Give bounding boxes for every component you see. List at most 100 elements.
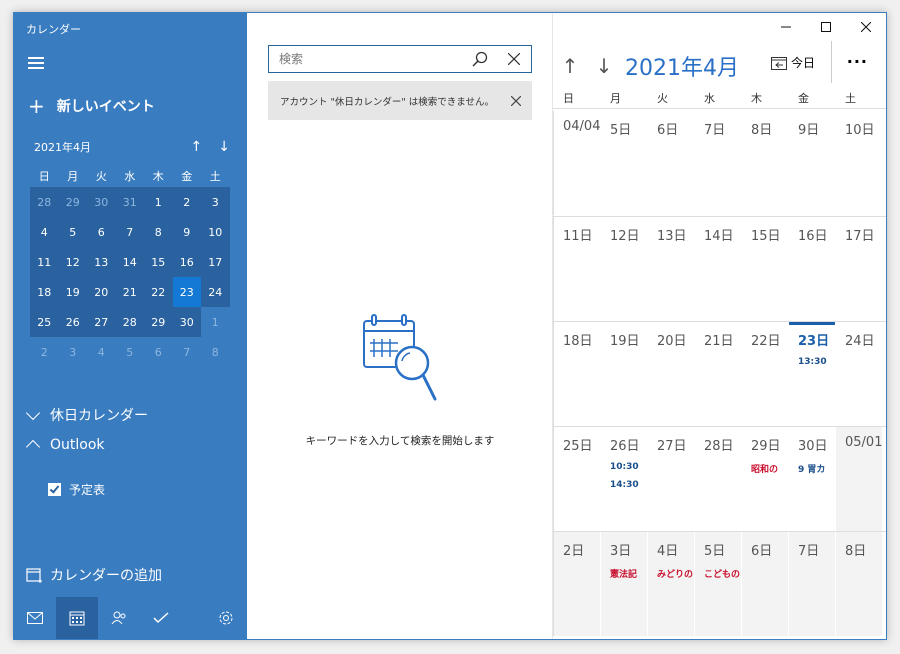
day-cell[interactable]: 10日 — [835, 111, 882, 215]
mini-day-cell[interactable]: 4 — [87, 337, 116, 367]
search-icon[interactable] — [463, 46, 497, 72]
mini-prev-arrow-icon[interactable]: ↑ — [191, 139, 203, 155]
mini-day-cell[interactable]: 30 — [172, 307, 201, 337]
mini-day-cell[interactable]: 25 — [30, 307, 59, 337]
day-cell[interactable]: 19日 — [600, 322, 647, 426]
day-cell[interactable]: 9日 — [788, 111, 835, 215]
day-cell[interactable]: 8日 — [835, 532, 882, 636]
mini-day-cell[interactable]: 7 — [115, 217, 144, 247]
mini-day-cell[interactable]: 23 — [172, 277, 201, 307]
day-cell[interactable]: 13日 — [647, 217, 694, 321]
new-event-button[interactable]: + 新しいイベント — [28, 95, 155, 117]
day-cell[interactable]: 12日 — [600, 217, 647, 321]
day-cell[interactable]: 4日 みどりの — [647, 532, 694, 636]
mini-day-cell[interactable]: 29 — [58, 187, 87, 217]
mini-day-cell[interactable]: 10 — [201, 217, 230, 247]
mini-day-cell[interactable]: 7 — [173, 337, 202, 367]
dismiss-notice-icon[interactable] — [500, 95, 532, 106]
event-item[interactable]: 9 胃カ — [798, 462, 835, 475]
mini-day-cell[interactable]: 20 — [87, 277, 116, 307]
day-cell[interactable]: 18日 — [553, 322, 600, 426]
day-cell[interactable]: 5日 こどもの — [694, 532, 741, 636]
mini-day-cell[interactable]: 22 — [144, 277, 173, 307]
close-icon[interactable] — [497, 46, 531, 72]
day-cell[interactable]: 29日 昭和の — [741, 427, 788, 531]
day-cell[interactable]: 28日 — [694, 427, 741, 531]
day-cell[interactable]: 23日 13:30 — [788, 322, 835, 426]
mini-day-cell[interactable]: 15 — [144, 247, 173, 277]
mini-day-cell[interactable]: 31 — [115, 187, 144, 217]
people-icon[interactable] — [98, 597, 140, 639]
mini-day-cell[interactable]: 2 — [30, 337, 59, 367]
next-month-arrow-icon[interactable]: ↓ — [587, 49, 621, 83]
mini-next-arrow-icon[interactable]: ↓ — [218, 139, 230, 155]
todo-icon[interactable] — [140, 597, 182, 639]
event-item[interactable]: 10:30 — [610, 462, 647, 472]
mini-day-cell[interactable]: 21 — [115, 277, 144, 307]
mini-day-cell[interactable]: 3 — [201, 187, 230, 217]
day-cell[interactable]: 14日 — [694, 217, 741, 321]
day-cell[interactable]: 8日 — [741, 111, 788, 215]
day-cell[interactable]: 11日 — [553, 217, 600, 321]
day-cell[interactable]: 7日 — [694, 111, 741, 215]
day-cell[interactable]: 20日 — [647, 322, 694, 426]
mini-day-cell[interactable]: 17 — [201, 247, 230, 277]
mini-day-cell[interactable]: 28 — [115, 307, 144, 337]
prev-month-arrow-icon[interactable]: ↑ — [553, 49, 587, 83]
more-options-button[interactable]: ··· — [847, 52, 868, 71]
mini-day-cell[interactable]: 29 — [144, 307, 173, 337]
day-cell[interactable]: 04/04 — [553, 111, 600, 215]
mini-day-cell[interactable]: 11 — [30, 247, 59, 277]
day-cell[interactable]: 05/01 — [835, 427, 882, 531]
event-item[interactable]: 13:30 — [798, 357, 835, 367]
mini-day-cell[interactable]: 9 — [172, 217, 201, 247]
settings-gear-icon[interactable] — [205, 597, 247, 639]
day-cell[interactable]: 21日 — [694, 322, 741, 426]
mini-day-cell[interactable]: 19 — [58, 277, 87, 307]
mini-day-cell[interactable]: 30 — [87, 187, 116, 217]
mini-day-cell[interactable]: 8 — [201, 337, 230, 367]
mini-day-cell[interactable]: 13 — [87, 247, 116, 277]
mini-day-cell[interactable]: 8 — [144, 217, 173, 247]
mini-day-cell[interactable]: 1 — [201, 307, 230, 337]
today-button[interactable]: 今日 — [771, 54, 815, 71]
event-item[interactable]: 昭和の — [751, 462, 788, 475]
day-cell[interactable]: 15日 — [741, 217, 788, 321]
day-cell[interactable]: 5日 — [600, 111, 647, 215]
close-window-button[interactable] — [846, 13, 886, 41]
event-item[interactable]: こどもの — [704, 567, 741, 580]
event-item[interactable]: 14:30 — [610, 480, 647, 490]
mini-day-cell[interactable]: 2 — [172, 187, 201, 217]
outlook-section[interactable]: Outlook — [25, 437, 105, 455]
day-cell[interactable]: 22日 — [741, 322, 788, 426]
mini-day-cell[interactable]: 1 — [144, 187, 173, 217]
day-cell[interactable]: 30日 9 胃カ — [788, 427, 835, 531]
day-cell[interactable]: 6日 — [647, 111, 694, 215]
mini-day-cell[interactable]: 6 — [144, 337, 173, 367]
maximize-button[interactable] — [806, 13, 846, 41]
add-calendar-button[interactable]: カレンダーの追加 — [26, 565, 162, 585]
day-cell[interactable]: 3日 憲法記 — [600, 532, 647, 636]
mini-day-cell[interactable]: 5 — [58, 217, 87, 247]
mini-day-cell[interactable]: 18 — [30, 277, 59, 307]
mini-day-cell[interactable]: 26 — [58, 307, 87, 337]
mini-day-cell[interactable]: 16 — [172, 247, 201, 277]
day-cell[interactable]: 26日 10:30 14:30 — [600, 427, 647, 531]
mini-day-cell[interactable]: 6 — [87, 217, 116, 247]
day-cell[interactable]: 24日 — [835, 322, 882, 426]
day-cell[interactable]: 27日 — [647, 427, 694, 531]
calendar-toggle[interactable]: 予定表 — [48, 481, 105, 498]
checkbox-checked[interactable] — [48, 483, 61, 496]
mini-day-cell[interactable]: 4 — [30, 217, 59, 247]
mini-day-cell[interactable]: 14 — [115, 247, 144, 277]
mini-day-cell[interactable]: 27 — [87, 307, 116, 337]
event-item[interactable]: みどりの — [657, 567, 694, 580]
hamburger-menu-icon[interactable] — [28, 57, 44, 69]
day-cell[interactable]: 17日 — [835, 217, 882, 321]
calendar-app-icon[interactable] — [56, 597, 98, 639]
mail-icon[interactable] — [14, 597, 56, 639]
minimize-button[interactable] — [766, 13, 806, 41]
day-cell[interactable]: 2日 — [553, 532, 600, 636]
day-cell[interactable]: 7日 — [788, 532, 835, 636]
search-input[interactable] — [269, 46, 463, 72]
